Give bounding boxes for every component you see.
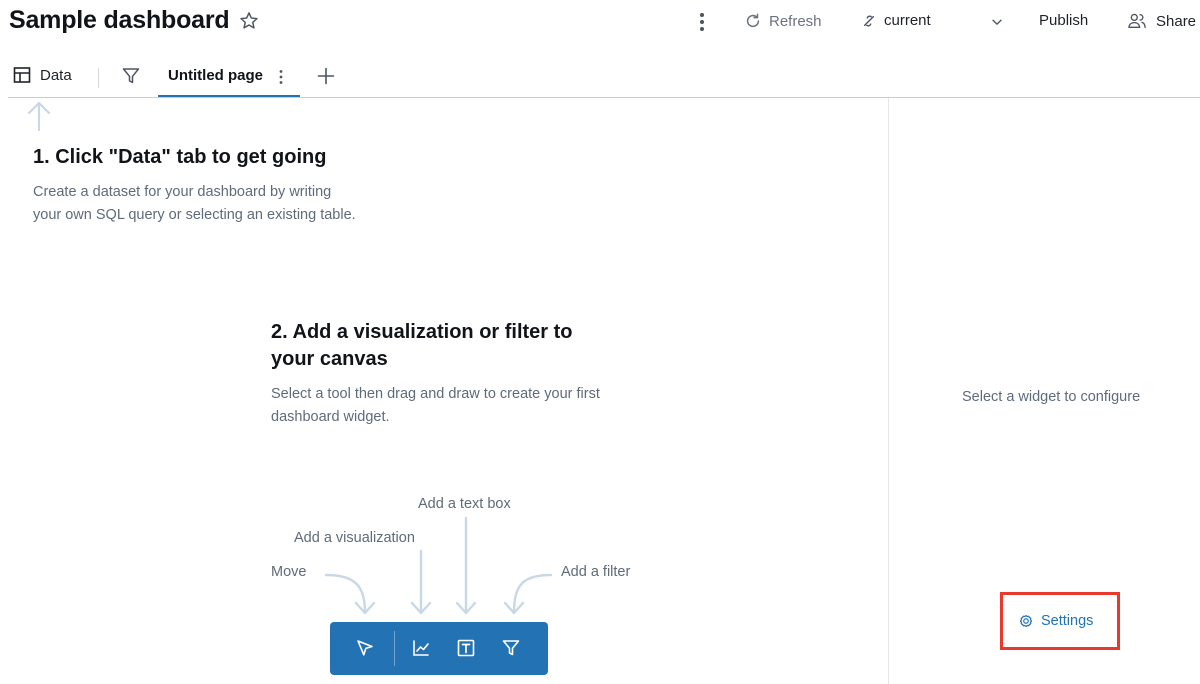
- widget-toolbar: [330, 622, 548, 675]
- panel-divider: [888, 98, 889, 684]
- hint-move: Move: [271, 564, 307, 580]
- share-button[interactable]: Share: [1127, 12, 1196, 30]
- dashboard-header: Sample dashboard Refresh current Publish…: [0, 0, 1200, 46]
- step2-title: 2. Add a visualization or filter to your…: [271, 321, 573, 370]
- branch-selector[interactable]: current: [862, 12, 931, 29]
- move-tool-button[interactable]: [352, 635, 378, 661]
- add-filter-button[interactable]: [498, 635, 524, 661]
- hint-textbox: Add a text box: [418, 496, 511, 512]
- hint-visualization: Add a visualization: [294, 530, 415, 546]
- filter-icon: [502, 640, 520, 656]
- up-arrow-icon: [27, 101, 51, 132]
- share-label: Share: [1156, 12, 1197, 30]
- tab-data-label: Data: [40, 66, 72, 84]
- text-box-icon: [457, 639, 475, 657]
- tab-untitled-page[interactable]: Untitled page: [158, 58, 300, 98]
- share-users-icon: [1128, 13, 1146, 28]
- pointer-icon: [357, 640, 373, 656]
- star-icon[interactable]: [238, 10, 260, 32]
- page-tabs: Data Untitled page: [0, 58, 1200, 98]
- line-chart-icon: [413, 640, 429, 656]
- step1-description: Create a dataset for your dashboard by w…: [33, 184, 356, 223]
- tab-divider: [98, 68, 99, 88]
- filter-icon[interactable]: [121, 66, 141, 86]
- step1-title: 1. Click "Data" tab to get going: [33, 146, 327, 168]
- page-options-icon[interactable]: [276, 68, 286, 86]
- add-page-icon[interactable]: [316, 66, 336, 86]
- toolbar-divider: [394, 631, 395, 666]
- dashboard-title[interactable]: Sample dashboard: [9, 6, 230, 35]
- table-icon: [13, 67, 31, 83]
- tab-page-label: Untitled page: [168, 67, 264, 84]
- step2-description: Select a tool then drag and draw to crea…: [271, 386, 600, 425]
- panel-empty-state: Select a widget to configure: [962, 389, 1141, 405]
- highlight-box: [1000, 592, 1120, 650]
- more-options-icon[interactable]: [692, 11, 712, 33]
- add-visualization-button[interactable]: [408, 635, 434, 661]
- unlink-icon: [863, 15, 875, 26]
- refresh-icon: [746, 13, 760, 28]
- refresh-label: Refresh: [769, 12, 822, 30]
- hint-filter: Add a filter: [561, 564, 631, 580]
- add-text-box-button[interactable]: [453, 635, 479, 661]
- chevron-down-icon[interactable]: [990, 15, 1004, 29]
- tab-data[interactable]: Data: [13, 66, 72, 84]
- branch-label: current: [884, 12, 931, 29]
- refresh-button[interactable]: Refresh: [744, 12, 822, 30]
- publish-button[interactable]: Publish: [1039, 12, 1088, 29]
